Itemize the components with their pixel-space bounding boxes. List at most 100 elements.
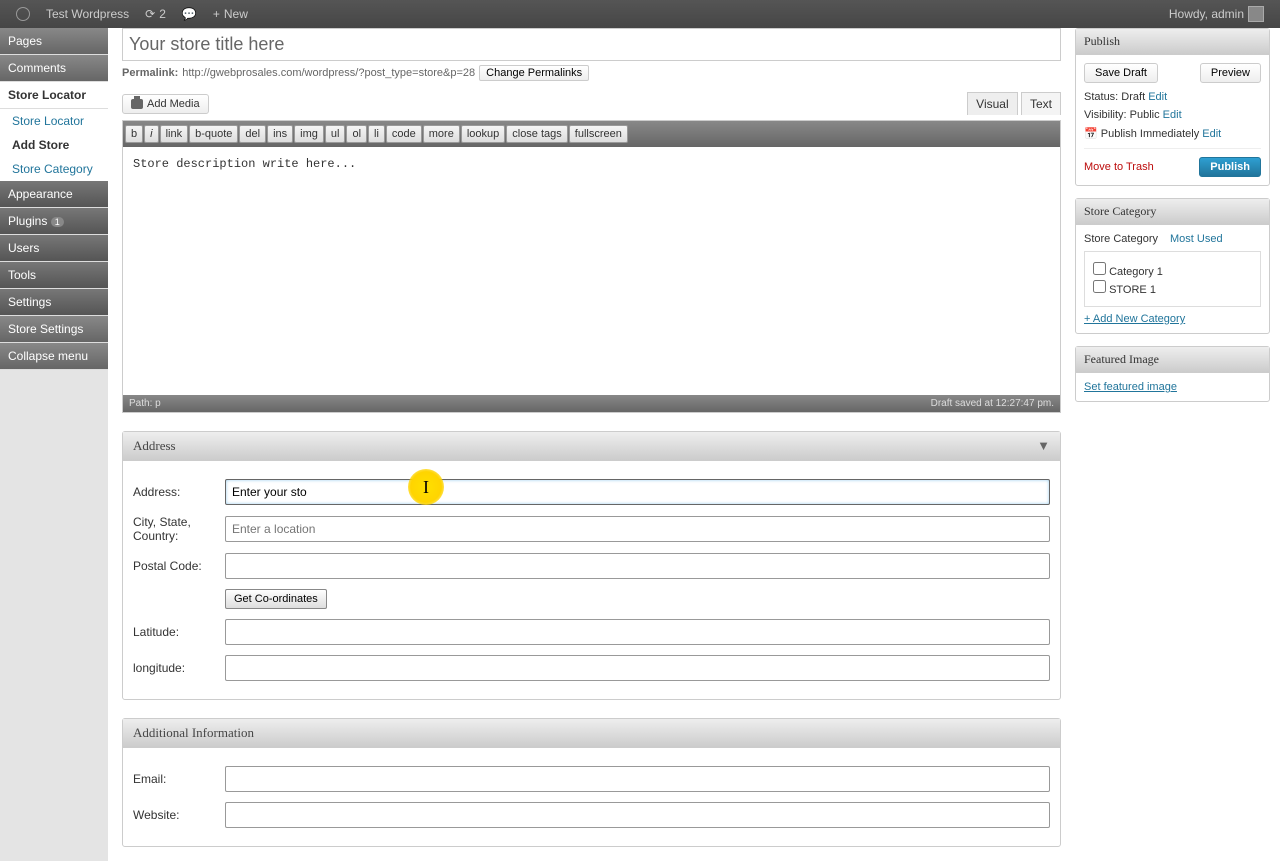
sidebar-item-store-settings[interactable]: Store Settings (0, 316, 108, 343)
ed-btn-ol[interactable]: ol (346, 125, 367, 143)
sidebar-item-settings[interactable]: Settings (0, 289, 108, 316)
set-featured-image[interactable]: Set featured image (1084, 381, 1177, 393)
ed-btn-li[interactable]: li (368, 125, 385, 143)
sidebar-item-pages[interactable]: Pages (0, 28, 108, 55)
edit-schedule[interactable]: Edit (1202, 128, 1221, 140)
additional-header[interactable]: Additional Information (123, 719, 1060, 748)
post-title-input[interactable] (123, 31, 1060, 58)
city-input[interactable] (225, 516, 1050, 542)
submenu-add-store[interactable]: Add Store (0, 133, 108, 157)
ed-btn-fullscreen[interactable]: fullscreen (569, 125, 628, 143)
updates[interactable]: ⟳ 2 (137, 7, 174, 21)
sidebar-item-tools[interactable]: Tools (0, 262, 108, 289)
admin-bar: Test Wordpress ⟳ 2 💬 + New Howdy, admin (0, 0, 1280, 28)
avatar (1248, 6, 1264, 22)
category-tabs: Store Category Most Used (1084, 233, 1261, 245)
category-label-2: STORE 1 (1109, 284, 1156, 296)
address-header[interactable]: Address ▼ (123, 432, 1060, 461)
website-input[interactable] (225, 802, 1050, 828)
updates-count: 2 (159, 7, 166, 21)
ed-btn-code[interactable]: code (386, 125, 422, 143)
sidebar-collapse[interactable]: Collapse menu (0, 343, 108, 370)
cat-tab-most-used[interactable]: Most Used (1170, 233, 1223, 245)
postal-input[interactable] (225, 553, 1050, 579)
ed-btn-closetags[interactable]: close tags (506, 125, 568, 143)
site-name[interactable]: Test Wordpress (38, 7, 137, 21)
sidebar-item-plugins[interactable]: Plugins 1 (0, 208, 108, 235)
comments-bubble[interactable]: 💬 (174, 7, 205, 21)
sidebar-submenu: Store Locator Add Store Store Category (0, 109, 108, 181)
ed-btn-del[interactable]: del (239, 125, 266, 143)
label-email: Email: (133, 772, 225, 786)
category-checkbox-1[interactable] (1093, 262, 1106, 275)
publish-box: Publish Save Draft Preview Status: Draft… (1075, 28, 1270, 186)
edit-visibility[interactable]: Edit (1163, 109, 1182, 121)
ed-btn-link[interactable]: link (160, 125, 189, 143)
ed-btn-more[interactable]: more (423, 125, 460, 143)
category-item-2[interactable]: STORE 1 (1093, 280, 1252, 296)
title-wrap (122, 28, 1061, 61)
category-box: Store Category Store Category Most Used … (1075, 198, 1270, 334)
editor-textarea[interactable]: Store description write here... (123, 147, 1060, 395)
sidebar-item-users[interactable]: Users (0, 235, 108, 262)
ed-btn-ins[interactable]: ins (267, 125, 293, 143)
editor-toolbar: b i link b-quote del ins img ul ol li co… (123, 121, 1060, 147)
category-label-1: Category 1 (1109, 266, 1163, 278)
postbox-toggle-icon[interactable]: ▼ (1037, 438, 1050, 454)
address-input[interactable] (225, 479, 1050, 505)
label-address: Address: (133, 485, 225, 499)
submenu-store-locator[interactable]: Store Locator (0, 109, 108, 133)
ed-btn-bquote[interactable]: b-quote (189, 125, 238, 143)
category-item-1[interactable]: Category 1 (1093, 262, 1252, 278)
edit-status[interactable]: Edit (1148, 91, 1167, 103)
submenu-store-category[interactable]: Store Category (0, 157, 108, 181)
save-draft-button[interactable]: Save Draft (1084, 63, 1158, 83)
label-longitude: longitude: (133, 661, 225, 675)
sidebar-item-store-locator[interactable]: Store Locator (0, 82, 108, 109)
ed-btn-lookup[interactable]: lookup (461, 125, 505, 143)
sidebar-item-appearance[interactable]: Appearance (0, 181, 108, 208)
move-to-trash[interactable]: Move to Trash (1084, 161, 1154, 173)
add-new-category[interactable]: + Add New Category (1084, 313, 1185, 325)
new-content[interactable]: + New (205, 7, 256, 21)
category-checkbox-2[interactable] (1093, 280, 1106, 293)
change-permalinks-button[interactable]: Change Permalinks (479, 65, 589, 81)
camera-icon (131, 99, 143, 109)
address-heading: Address (133, 438, 176, 454)
add-media-button[interactable]: Add Media (122, 94, 209, 114)
wordpress-icon (16, 7, 30, 21)
label-postal: Postal Code: (133, 559, 225, 573)
address-postbox: Address ▼ Address: City, State, Country:… (122, 431, 1061, 700)
longitude-input[interactable] (225, 655, 1050, 681)
visibility-text: Visibility: Public (1084, 109, 1160, 121)
featured-image-box: Featured Image Set featured image (1075, 346, 1270, 402)
category-list: Category 1 STORE 1 (1084, 251, 1261, 307)
editor-tabs: Visual Text (967, 91, 1061, 114)
featured-heading: Featured Image (1076, 347, 1269, 373)
email-input[interactable] (225, 766, 1050, 792)
label-city: City, State, Country: (133, 515, 225, 543)
ed-btn-b[interactable]: b (125, 125, 143, 143)
editor-path: Path: p (129, 398, 161, 409)
main-content: Permalink: http://gwebprosales.com/wordp… (108, 28, 1075, 861)
editor-autosave: Draft saved at 12:27:47 pm. (931, 398, 1054, 409)
permalink-url: http://gwebprosales.com/wordpress/?post_… (182, 67, 475, 79)
tab-text[interactable]: Text (1021, 92, 1061, 115)
new-label: New (224, 7, 248, 21)
latitude-input[interactable] (225, 619, 1050, 645)
tab-visual[interactable]: Visual (967, 92, 1017, 115)
sidebar-item-comments[interactable]: Comments (0, 55, 108, 82)
publish-button[interactable]: Publish (1199, 157, 1261, 177)
ed-btn-img[interactable]: img (294, 125, 324, 143)
howdy[interactable]: Howdy, admin (1161, 6, 1272, 22)
label-latitude: Latitude: (133, 625, 225, 639)
preview-button[interactable]: Preview (1200, 63, 1261, 83)
visibility-row: Visibility: Public Edit (1084, 109, 1261, 121)
schedule-text: Publish Immediately (1101, 128, 1199, 140)
ed-btn-ul[interactable]: ul (325, 125, 346, 143)
ed-btn-i[interactable]: i (144, 125, 158, 143)
get-coordinates-button[interactable]: Get Co-ordinates (225, 589, 327, 609)
howdy-text: Howdy, admin (1169, 7, 1244, 21)
wp-logo[interactable] (8, 7, 38, 21)
cat-tab-all[interactable]: Store Category (1084, 233, 1158, 245)
